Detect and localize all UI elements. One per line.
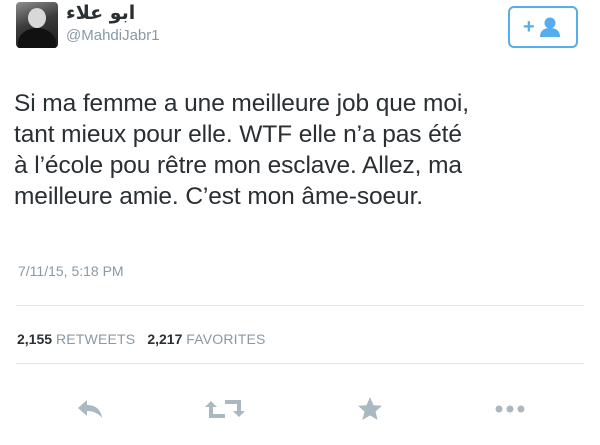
- tweet-card: ابو علاء @MahdiJabr1 + Si ma femme a une…: [0, 0, 600, 445]
- follow-plus: +: [523, 16, 535, 38]
- divider: [16, 363, 584, 364]
- user-display-name[interactable]: ابو علاء: [66, 2, 176, 24]
- follow-button[interactable]: +: [508, 6, 578, 48]
- tweet-timestamp[interactable]: 7/11/15, 5:18 PM: [18, 263, 124, 279]
- star-icon: [358, 397, 382, 420]
- more-button[interactable]: [490, 392, 530, 426]
- favorite-button[interactable]: [350, 392, 390, 426]
- retweet-icon: [205, 400, 245, 418]
- avatar[interactable]: [16, 2, 58, 48]
- follow-user-icon: +: [523, 16, 560, 38]
- reply-icon: [78, 400, 102, 418]
- retweets-stat[interactable]: 2,155 RETWEETS: [17, 331, 135, 347]
- tweet-text: Si ma femme a une meilleure job que moi,…: [14, 90, 469, 210]
- retweets-count: 2,155: [17, 331, 53, 347]
- divider: [16, 305, 584, 306]
- favorites-count: 2,217: [147, 331, 183, 347]
- reply-button[interactable]: [70, 392, 110, 426]
- avatar-head: [28, 8, 46, 28]
- avatar-shoulders: [18, 28, 56, 48]
- more-dots-icon: [495, 405, 525, 413]
- retweets-label: RETWEETS: [55, 331, 136, 347]
- user-handle[interactable]: @MahdiJabr1: [66, 27, 160, 44]
- favorites-label: FAVORITES: [186, 331, 266, 347]
- tweet-stats: 2,155 RETWEETS 2,217 FAVORITES: [17, 331, 278, 347]
- retweet-button[interactable]: [200, 392, 250, 426]
- favorites-stat[interactable]: 2,217 FAVORITES: [147, 331, 265, 347]
